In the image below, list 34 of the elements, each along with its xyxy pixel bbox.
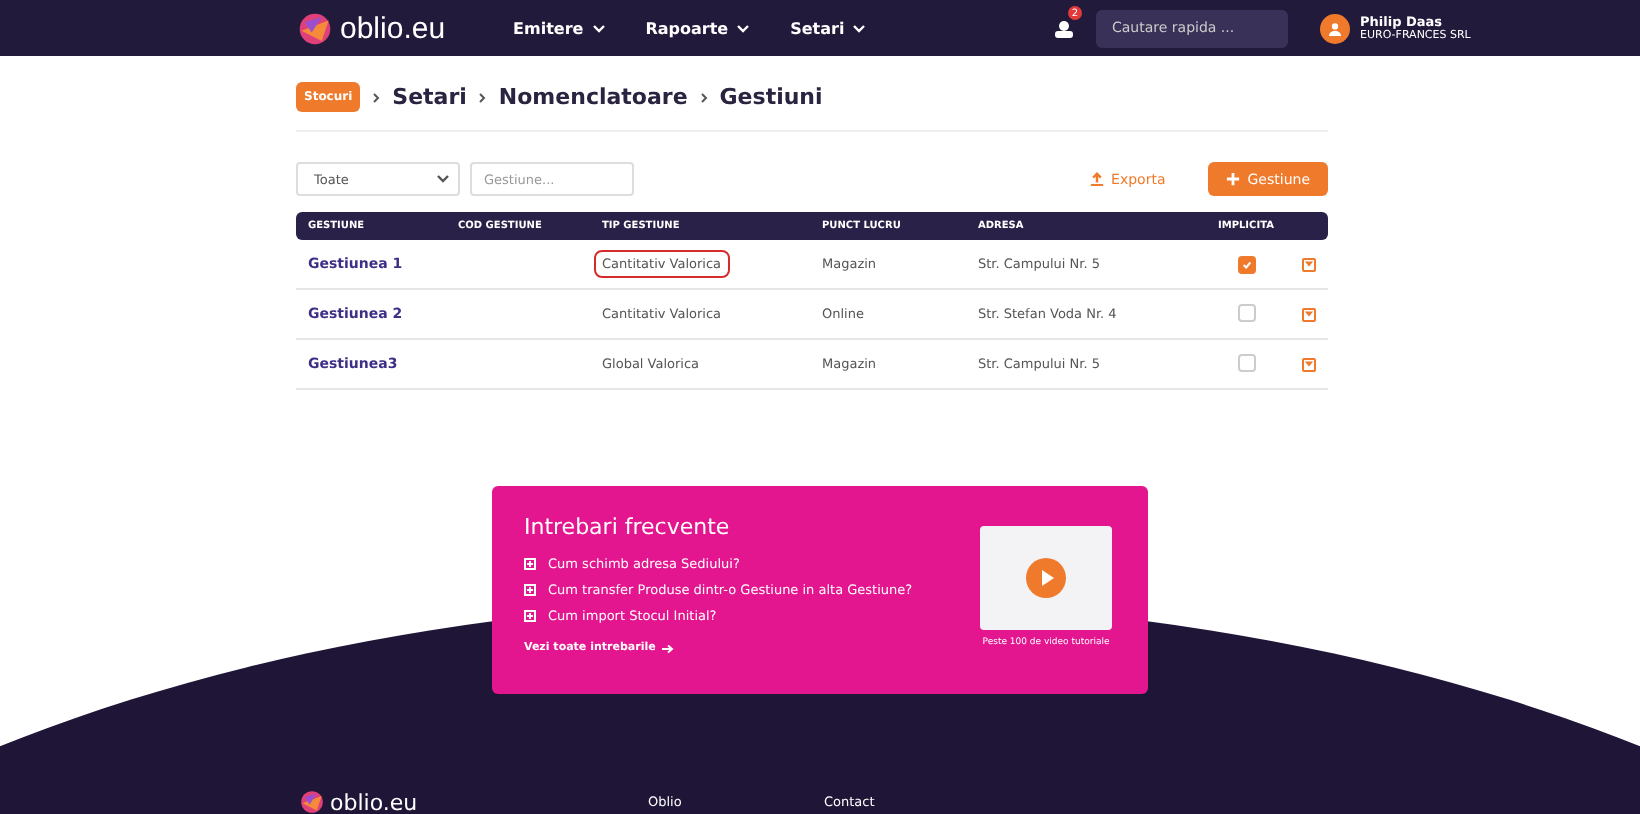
logo-icon	[298, 11, 332, 45]
nav-menu-item[interactable]: Setari	[790, 19, 867, 37]
row-menu-button[interactable]	[1302, 307, 1316, 321]
plus-square-icon	[524, 583, 536, 595]
play-icon	[1026, 558, 1066, 598]
breadcrumb-item[interactable]: Setari	[392, 84, 467, 110]
chevron-right-icon	[372, 91, 381, 103]
plus-icon	[1225, 172, 1240, 186]
video-thumbnail[interactable]	[980, 526, 1112, 630]
nav-menu-item[interactable]: Rapoarte	[645, 19, 751, 37]
logo-icon	[300, 790, 324, 814]
checkmark-icon	[1241, 259, 1251, 269]
chevron-right-icon	[699, 91, 708, 103]
logo-text[interactable]: oblio.eu	[340, 11, 446, 45]
default-checkbox[interactable]	[1237, 303, 1255, 321]
default-checkbox[interactable]	[1237, 353, 1255, 371]
plus-square-icon	[524, 557, 536, 569]
breadcrumb-item[interactable]: Gestiuni	[719, 84, 823, 110]
nav-menu-item[interactable]: Emitere	[513, 19, 606, 37]
row-menu-button[interactable]	[1302, 357, 1316, 371]
upload-icon	[1089, 172, 1104, 186]
default-checkbox[interactable]	[1237, 255, 1255, 273]
plus-square-icon	[524, 609, 536, 621]
chevron-down-icon	[736, 23, 751, 33]
chevron-down-icon	[852, 23, 867, 33]
chevron-down-icon	[591, 23, 606, 33]
chevron-down-icon	[436, 174, 450, 184]
arrow-right-icon	[661, 643, 674, 653]
avatar-icon[interactable]	[1320, 13, 1350, 43]
row-menu-button[interactable]	[1302, 257, 1316, 271]
breadcrumb-item[interactable]: Nomenclatoare	[498, 84, 688, 110]
faq-title: Intrebari frecvente	[524, 514, 732, 540]
footer-logo-text: oblio.eu	[330, 791, 418, 813]
chevron-right-icon	[478, 91, 487, 103]
